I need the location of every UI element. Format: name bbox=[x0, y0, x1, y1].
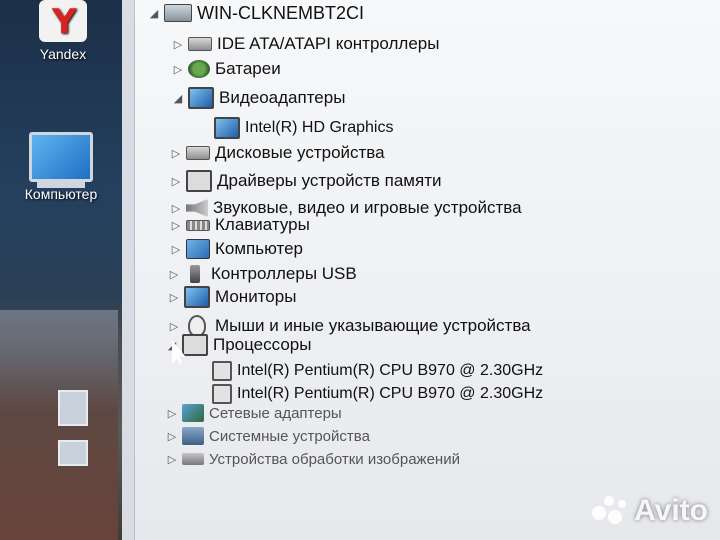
tree-item-label: IDE ATA/ATAPI контроллеры bbox=[217, 34, 440, 53]
system-devices-icon bbox=[182, 427, 204, 445]
tree-item-label: Устройства обработки изображений bbox=[209, 450, 460, 468]
computer-icon bbox=[29, 132, 93, 182]
processor-icon bbox=[212, 384, 232, 404]
expand-arrow-icon[interactable]: ▷ bbox=[166, 407, 178, 420]
tree-item-label: Intel(R) Pentium(R) CPU B970 @ 2.30GHz bbox=[237, 385, 544, 402]
yandex-icon bbox=[39, 0, 87, 42]
usb-icon bbox=[190, 265, 200, 283]
tree-item-label: Системные устройства bbox=[209, 427, 370, 445]
tree-item-label: Видеоадаптеры bbox=[219, 88, 346, 107]
tree-item-label: Процессоры bbox=[213, 335, 312, 354]
computer-host-icon bbox=[164, 4, 192, 22]
tree-item-label: Мониторы bbox=[215, 287, 297, 306]
collapse-arrow-icon[interactable]: ◢ bbox=[172, 92, 184, 105]
memory-driver-icon bbox=[186, 170, 212, 192]
display-adapter-icon bbox=[188, 87, 214, 109]
tree-root-host[interactable]: ◢ WIN-CLKNEMBT2CI bbox=[148, 2, 364, 24]
tree-item-intel-hd-graphics[interactable]: Intel(R) HD Graphics bbox=[214, 117, 393, 139]
tree-item-usb-controllers[interactable]: ▷ Контроллеры USB bbox=[168, 263, 357, 285]
tree-item-cpu-1[interactable]: Intel(R) Pentium(R) CPU B970 @ 2.30GHz bbox=[212, 360, 543, 382]
tree-item-label: Intel(R) Pentium(R) CPU B970 @ 2.30GHz bbox=[237, 362, 544, 379]
device-manager-window: ◢ WIN-CLKNEMBT2CI ▷ IDE ATA/ATAPI контро… bbox=[122, 0, 720, 540]
expand-arrow-icon[interactable]: ▷ bbox=[170, 243, 182, 256]
expand-arrow-icon[interactable]: ▷ bbox=[166, 430, 178, 443]
tree-item-label: Контроллеры USB bbox=[211, 264, 357, 283]
monitor-icon bbox=[184, 286, 210, 308]
expand-arrow-icon[interactable]: ▷ bbox=[168, 291, 180, 304]
expand-arrow-icon[interactable]: ▷ bbox=[168, 320, 180, 333]
host-name: WIN-CLKNEMBT2CI bbox=[197, 2, 365, 23]
desktop-shortcut-computer[interactable]: Компьютер bbox=[6, 132, 116, 202]
tree-item-label: Мыши и иные указывающие устройства bbox=[215, 316, 531, 335]
disk-drive-icon bbox=[186, 146, 210, 160]
network-adapter-icon bbox=[182, 404, 204, 422]
tree-item-imaging-devices[interactable]: ▷ Устройства обработки изображений bbox=[166, 448, 460, 470]
tree-item-label: Сетевые адаптеры bbox=[209, 404, 342, 422]
collapse-arrow-icon[interactable]: ◢ bbox=[148, 7, 160, 20]
tree-item-label: Intel(R) HD Graphics bbox=[245, 119, 394, 136]
tree-item-computer[interactable]: ▷ Компьютер bbox=[170, 238, 303, 260]
scrollbar[interactable] bbox=[122, 0, 135, 540]
watermark-text: Avito bbox=[634, 494, 708, 527]
desktop-shortcut-yandex[interactable]: Yandex bbox=[8, 0, 118, 62]
tree-item-label: Компьютер bbox=[215, 239, 303, 258]
tree-item-label: Дисковые устройства bbox=[215, 143, 385, 162]
tree-item-processors[interactable]: ◢ Процессоры bbox=[166, 334, 311, 356]
computer-icon bbox=[186, 239, 210, 259]
ide-controller-icon bbox=[188, 37, 212, 51]
desktop-shortcut-label: Yandex bbox=[39, 46, 87, 62]
tree-item-memory-drivers[interactable]: ▷ Драйверы устройств памяти bbox=[170, 170, 442, 192]
expand-arrow-icon[interactable]: ▷ bbox=[168, 268, 180, 281]
keyboard-icon bbox=[186, 219, 210, 231]
expand-arrow-icon[interactable]: ▷ bbox=[172, 63, 184, 76]
imaging-devices-icon bbox=[182, 453, 204, 465]
tree-item-label: Батареи bbox=[215, 59, 281, 78]
tree-item-label: Клавиатуры bbox=[215, 215, 310, 234]
tree-item-keyboards[interactable]: ▷ Клавиатуры bbox=[170, 214, 310, 236]
expand-arrow-icon[interactable]: ▷ bbox=[172, 38, 184, 51]
tree-item-disk-drives[interactable]: ▷ Дисковые устройства bbox=[170, 142, 385, 164]
tree-item-ide[interactable]: ▷ IDE ATA/ATAPI контроллеры bbox=[172, 33, 440, 55]
desktop-shortcut-label: Компьютер bbox=[24, 186, 98, 202]
tree-item-display-adapters[interactable]: ◢ Видеоадаптеры bbox=[172, 87, 345, 109]
battery-icon bbox=[188, 60, 210, 78]
avito-logo-icon bbox=[592, 496, 628, 526]
tree-item-monitors[interactable]: ▷ Мониторы bbox=[168, 286, 296, 308]
expand-arrow-icon[interactable]: ▷ bbox=[170, 202, 182, 215]
tree-item-network-adapters[interactable]: ▷ Сетевые адаптеры bbox=[166, 402, 342, 424]
expand-arrow-icon[interactable]: ▷ bbox=[170, 175, 182, 188]
desktop-wallpaper bbox=[0, 310, 118, 540]
desktop: Yandex Компьютер bbox=[0, 0, 122, 540]
expand-arrow-icon[interactable]: ▷ bbox=[170, 219, 182, 232]
processor-icon bbox=[212, 361, 232, 381]
tree-item-label: Драйверы устройств памяти bbox=[217, 171, 442, 190]
avito-watermark: Avito bbox=[592, 494, 708, 528]
expand-arrow-icon[interactable]: ▷ bbox=[170, 147, 182, 160]
display-adapter-icon bbox=[214, 117, 240, 139]
tree-item-system-devices[interactable]: ▷ Системные устройства bbox=[166, 425, 370, 447]
tree-item-batteries[interactable]: ▷ Батареи bbox=[172, 58, 281, 80]
processor-icon bbox=[182, 334, 208, 356]
expand-arrow-icon[interactable]: ▷ bbox=[166, 453, 178, 466]
